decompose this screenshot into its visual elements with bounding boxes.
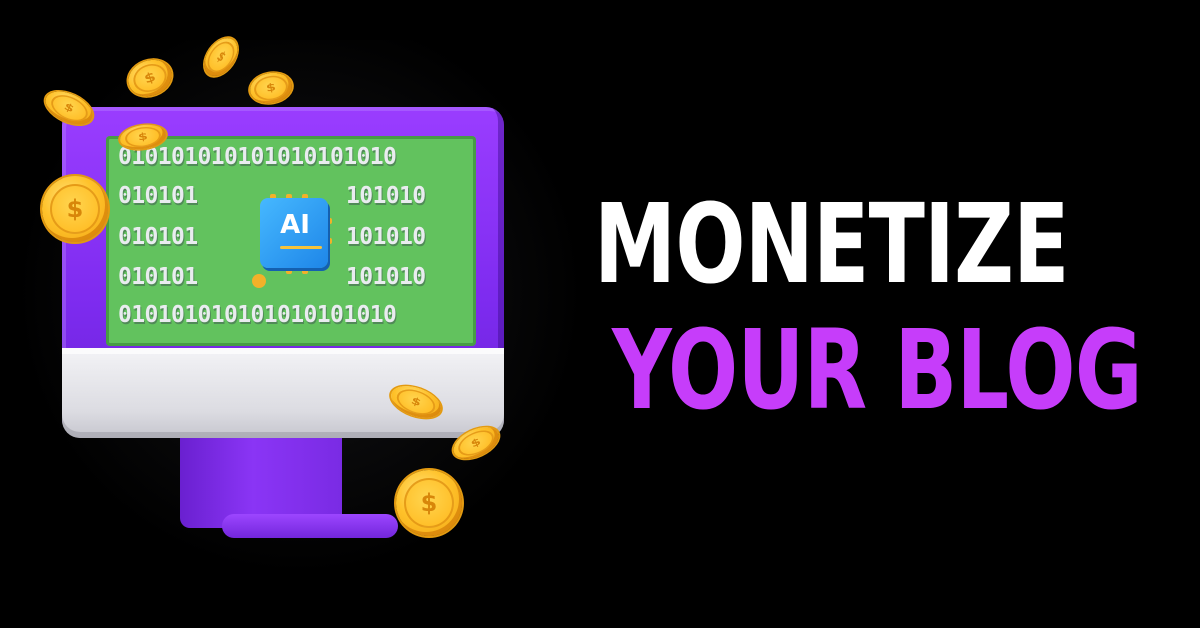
- binary-text: 101010: [346, 183, 426, 209]
- dollar-coin-icon: $: [247, 69, 295, 107]
- binary-text: 010101: [118, 264, 198, 290]
- binary-text: 010101: [118, 224, 198, 250]
- coin-symbol: $: [66, 195, 84, 223]
- dollar-coin-icon: $: [396, 470, 462, 536]
- chip-underline: [280, 246, 322, 249]
- binary-text: 010101010101010101010: [118, 144, 397, 170]
- coin-symbol: $: [409, 395, 423, 409]
- coin-symbol: $: [62, 100, 76, 116]
- chip-label: AI: [280, 210, 310, 240]
- coin-symbol: $: [213, 48, 229, 66]
- binary-text: 101010: [346, 264, 426, 290]
- monitor-stand-base: [222, 514, 398, 538]
- chip-connector-dot: [252, 274, 266, 288]
- binary-text: 010101010101010101010: [118, 302, 397, 328]
- dollar-coin-icon: $: [42, 176, 108, 242]
- dollar-coin-icon: $: [197, 31, 245, 83]
- binary-text: 010101: [118, 183, 198, 209]
- coin-symbol: $: [420, 489, 438, 517]
- coin-symbol: $: [142, 68, 158, 88]
- monitor-chin: [62, 348, 504, 438]
- ai-chip-icon: AI: [252, 194, 332, 288]
- coin-symbol: $: [137, 130, 149, 144]
- coin-symbol: $: [469, 435, 483, 451]
- coin-symbol: $: [265, 81, 277, 95]
- binary-text: 101010: [346, 224, 426, 250]
- headline-line-2: YOUR BLOG: [612, 306, 1143, 434]
- dollar-coin-icon: $: [123, 53, 177, 103]
- headline-line-1: MONETIZE: [594, 180, 1070, 308]
